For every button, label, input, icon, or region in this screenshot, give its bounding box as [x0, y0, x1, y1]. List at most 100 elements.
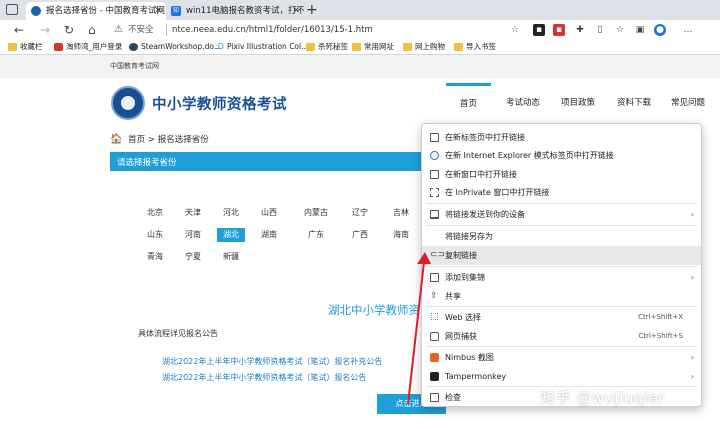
- province-0-6[interactable]: 吉林: [387, 206, 415, 220]
- security-label[interactable]: 不安全: [128, 22, 154, 38]
- province-0-1[interactable]: 天津: [179, 206, 207, 220]
- send-device-icon: [430, 210, 439, 219]
- menu-tampermonkey[interactable]: Tampermonkey ›: [422, 367, 701, 386]
- province-1-1[interactable]: 河南: [179, 228, 207, 242]
- menu-open-ie-mode[interactable]: 在新 Internet Explorer 模式标签页中打开链接: [422, 146, 701, 165]
- province-2-1[interactable]: 宁夏: [179, 250, 207, 264]
- home-icon: 🏠: [110, 134, 123, 145]
- site-name[interactable]: 中小学教师资格考试: [152, 93, 287, 114]
- menu-label: 在新标签页中打开链接: [445, 133, 525, 142]
- menu-nimbus[interactable]: Nimbus 截图 ›: [422, 348, 701, 367]
- favorites-icon[interactable]: ☆: [614, 24, 626, 36]
- bookmark-taoshiwan[interactable]: 淘师湾_用户登录: [54, 40, 122, 54]
- bookmark-folder-1[interactable]: 杀死秘签: [306, 40, 348, 54]
- forward-arrow-icon[interactable]: →: [40, 21, 50, 39]
- address-bar[interactable]: ntce.neea.edu.cn/html1/folder/16013/15-1…: [172, 22, 373, 38]
- site-top-bar: 中国教育考试网: [0, 55, 720, 78]
- menu-label: 在新窗口中打开链接: [445, 170, 517, 179]
- province-1-5[interactable]: 广西: [346, 228, 374, 242]
- notice-link[interactable]: 湖北2022年上半年中小学教师资格考试（笔试）报名公告: [162, 372, 366, 383]
- ie-icon: [430, 151, 439, 160]
- context-menu: 在新标签页中打开链接 在新 Internet Explorer 模式标签页中打开…: [421, 123, 702, 407]
- nav-exam-news[interactable]: 考试动态: [506, 83, 540, 123]
- province-1-6[interactable]: 海南: [387, 228, 415, 242]
- menu-label: 共享: [445, 292, 461, 301]
- warning-icon[interactable]: ⚠: [114, 22, 123, 38]
- province-0-0[interactable]: 北京: [141, 206, 169, 220]
- extension-red-icon[interactable]: ▪: [553, 24, 565, 36]
- bookmark-label: 杀死秘签: [318, 42, 348, 51]
- bookmark-label: 导入书签: [466, 42, 496, 51]
- province-1-2[interactable]: 湖北: [217, 228, 245, 242]
- refresh-icon[interactable]: ↻: [64, 21, 74, 39]
- tab-close-icon[interactable]: ✕: [154, 2, 162, 20]
- breadcrumb-current: 报名选择省份: [157, 135, 209, 145]
- bookmark-folder-3[interactable]: 网上购物: [403, 40, 445, 54]
- tab-inactive[interactable]: 知 win11电脑报名教资考试，打不开... ✕: [166, 2, 304, 20]
- bookmark-import[interactable]: 导入书签: [454, 40, 496, 54]
- steam-icon: [129, 43, 138, 51]
- menu-web-capture[interactable]: 网页捕获 Ctrl+Shift+S: [422, 327, 701, 346]
- bookmark-steam-workshop[interactable]: SteamWorkshop.do...: [129, 40, 221, 54]
- nav-policies[interactable]: 项目政策: [561, 83, 595, 123]
- province-1-3[interactable]: 湖南: [255, 228, 283, 242]
- bookmark-folder-favorites[interactable]: 收藏栏: [8, 40, 43, 54]
- province-2-0[interactable]: 青海: [141, 250, 169, 264]
- split-screen-icon[interactable]: ▯: [594, 24, 606, 36]
- profile-avatar-icon[interactable]: ●: [654, 24, 666, 36]
- tampermonkey-icon: [430, 372, 439, 381]
- menu-web-select[interactable]: ⬚ Web 选择 Ctrl+Shift+X: [422, 308, 701, 327]
- submenu-chevron-icon: ›: [690, 273, 694, 282]
- province-0-2[interactable]: 河北: [217, 206, 245, 220]
- collections-icon[interactable]: ▣: [634, 24, 646, 36]
- breadcrumb-home[interactable]: 首页: [128, 135, 145, 145]
- nav-faq[interactable]: 常见问题: [671, 83, 705, 123]
- province-2-2[interactable]: 新疆: [217, 250, 245, 264]
- folder-icon: [306, 43, 315, 51]
- menu-copy-link[interactable]: ⊂⊃ 复制链接: [422, 246, 701, 265]
- bookmark-pixiv[interactable]: :D Pixiv Illustration Col...: [215, 40, 308, 54]
- menu-add-to-collections[interactable]: 添加到集锦 ›: [422, 268, 701, 287]
- tab-close-icon[interactable]: ✕: [292, 2, 300, 20]
- neea-favicon-icon: [31, 6, 41, 16]
- share-icon: ⇪: [430, 291, 438, 301]
- site-logo-icon[interactable]: [111, 86, 145, 120]
- favorite-star-icon[interactable]: ☆: [509, 24, 521, 36]
- new-tab-button[interactable]: +: [306, 1, 318, 19]
- menu-open-new-window[interactable]: 在新窗口中打开链接: [422, 165, 701, 184]
- menu-send-to-device[interactable]: 将链接发送到你的设备 ›: [422, 205, 701, 224]
- home-button-icon[interactable]: ⌂: [88, 21, 96, 39]
- more-menu-icon[interactable]: …: [682, 24, 694, 36]
- site-top-link[interactable]: 中国教育考试网: [110, 61, 159, 71]
- bookmarks-bar: 收藏栏 淘师湾_用户登录 SteamWorkshop.do... :D Pixi…: [0, 40, 720, 55]
- nav-downloads[interactable]: 资料下载: [617, 83, 651, 123]
- menu-label: 网页捕获: [445, 332, 477, 341]
- window-menu-icon[interactable]: [6, 4, 18, 15]
- nav-home[interactable]: 首页: [446, 83, 492, 123]
- menu-open-new-tab[interactable]: 在新标签页中打开链接: [422, 128, 701, 147]
- menu-share[interactable]: ⇪ 共享: [422, 287, 701, 306]
- menu-divider: [426, 266, 697, 267]
- bookmark-label: 网上购物: [415, 42, 445, 51]
- province-0-5[interactable]: 辽宁: [346, 206, 374, 220]
- province-0-4[interactable]: 内蒙古: [302, 206, 330, 220]
- extension-tampermonkey-icon[interactable]: ▪: [533, 24, 545, 36]
- back-arrow-icon[interactable]: ←: [14, 21, 24, 39]
- extension-puzzle-icon[interactable]: ✚: [574, 24, 586, 36]
- bookmark-label: SteamWorkshop.do...: [141, 42, 221, 51]
- tab-active[interactable]: 报名选择省份 - 中国教育考试网 ✕: [26, 2, 166, 20]
- bookmark-label: 收藏栏: [20, 42, 43, 51]
- menu-save-link-as[interactable]: 将链接另存为: [422, 227, 701, 246]
- folder-icon: [8, 43, 17, 51]
- province-1-0[interactable]: 山东: [141, 228, 169, 242]
- province-1-4[interactable]: 广东: [302, 228, 330, 242]
- notice-link[interactable]: 湖北2022年上半年中小学教师资格考试（笔试）报名补充公告: [162, 356, 382, 367]
- inprivate-icon: [430, 188, 439, 197]
- tab-bar: 报名选择省份 - 中国教育考试网 ✕ 知 win11电脑报名教资考试，打不开..…: [0, 0, 720, 20]
- menu-open-inprivate[interactable]: 在 InPrivate 窗口中打开链接: [422, 183, 701, 202]
- menu-label: 复制链接: [445, 251, 477, 260]
- bookmark-folder-2[interactable]: 常用网址: [352, 40, 394, 54]
- province-0-3[interactable]: 山西: [255, 206, 283, 220]
- submenu-chevron-icon: ›: [690, 372, 694, 381]
- menu-label: 添加到集锦: [445, 273, 485, 282]
